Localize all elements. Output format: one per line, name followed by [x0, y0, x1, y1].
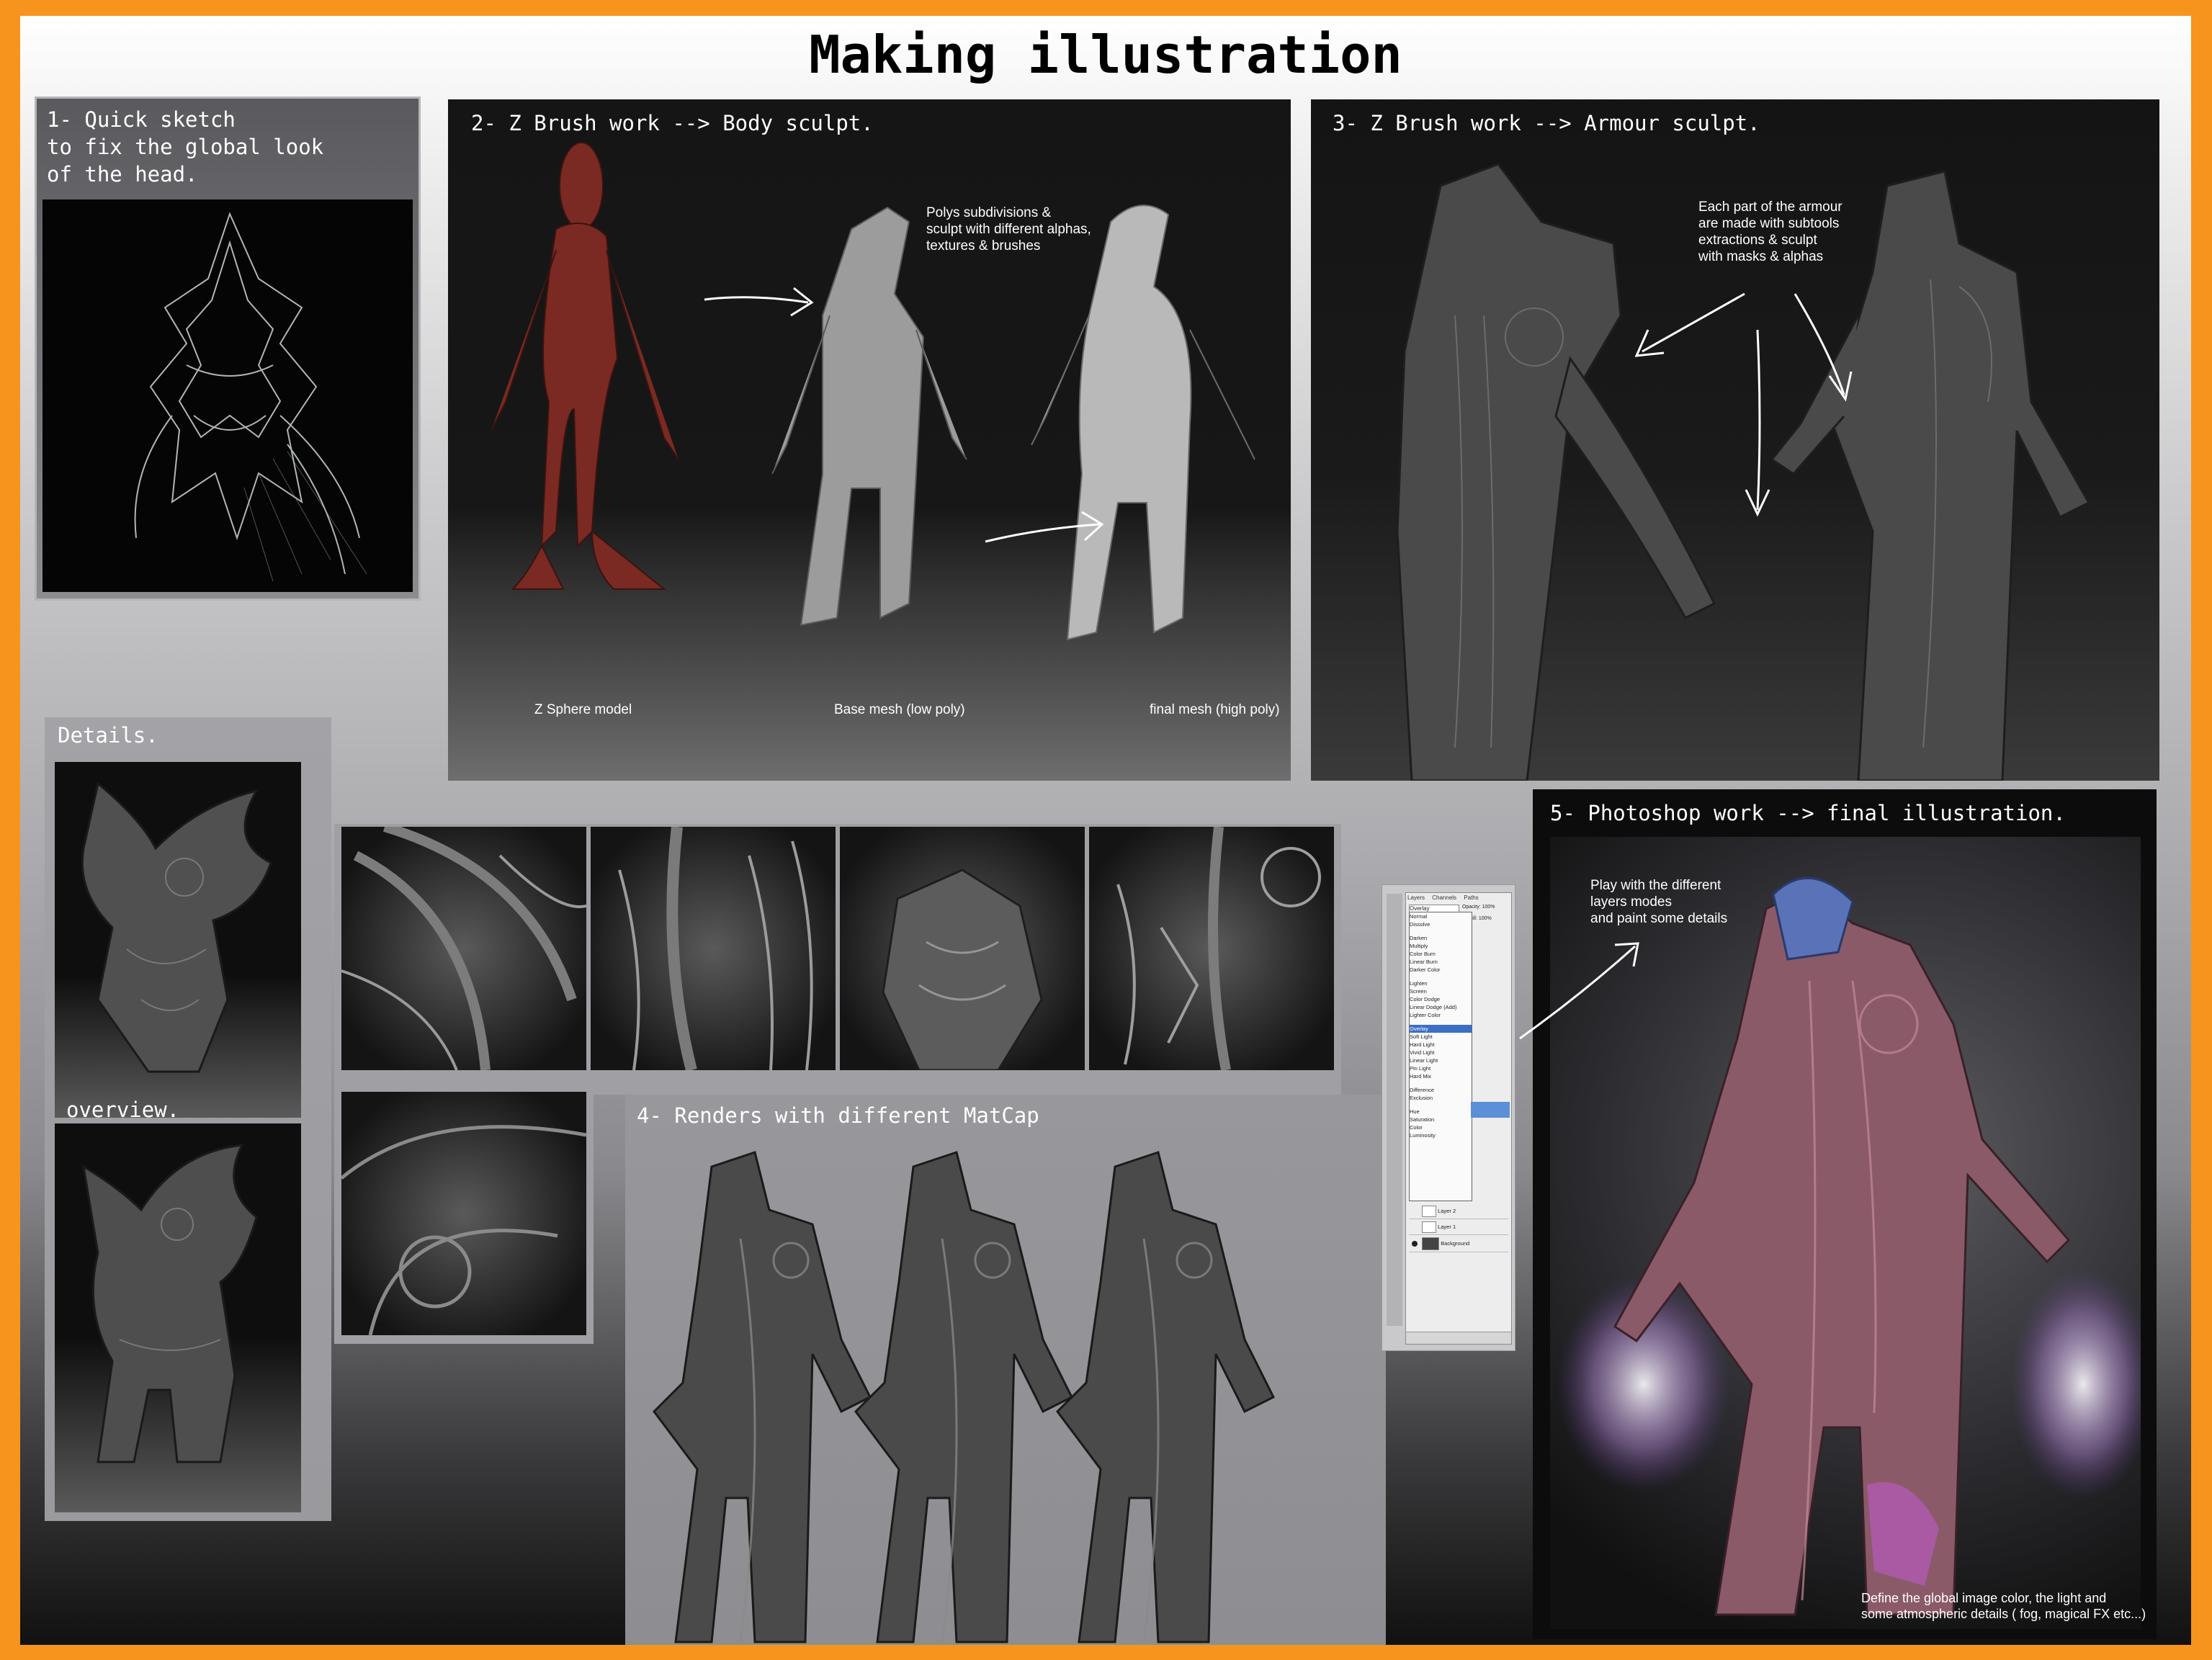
mode-item[interactable]: Exclusion	[1410, 1094, 1472, 1102]
head-sketch-image	[42, 199, 413, 592]
mode-item[interactable]: Lighter Color	[1410, 1011, 1472, 1019]
layers-to-final-arrow	[1519, 942, 1639, 1040]
step5-panel: 5- Photoshop work --> final illustration…	[1533, 789, 2157, 1639]
detail-crop-3	[840, 827, 1085, 1070]
step4-panel: 4- Renders with different MatCap	[625, 1095, 1386, 1645]
caption-base-mesh: Base mesh (low poly)	[834, 702, 965, 717]
mode-item[interactable]: Soft Light	[1410, 1033, 1472, 1041]
mode-item[interactable]: Color Burn	[1410, 950, 1472, 958]
mode-item[interactable]: Saturation	[1410, 1116, 1472, 1123]
fill-field[interactable]: Fill: 100%	[1469, 916, 1492, 921]
mode-item[interactable]: Screen	[1410, 987, 1472, 995]
tab-layers[interactable]: Layers	[1407, 894, 1425, 901]
layer-row[interactable]: Layer 1	[1409, 1221, 1508, 1235]
mode-item-selected[interactable]: Overlay	[1410, 1025, 1472, 1033]
mode-item[interactable]: Hue	[1410, 1108, 1472, 1116]
detail-crop-2	[591, 827, 836, 1070]
layer-name: Layer 1	[1438, 1223, 1456, 1230]
layer-name: Background	[1441, 1239, 1470, 1247]
photoshop-layers-panel: Layers Channels Paths Overlay Opacity: 1…	[1382, 884, 1515, 1351]
layer-thumbnail	[1422, 1221, 1436, 1233]
step5-note-bottom: Define the global image color, the light…	[1861, 1591, 2146, 1621]
overview-label: overview.	[66, 1098, 180, 1122]
armour-sculpt-figures	[1396, 163, 2091, 781]
blend-mode-list: Normal Dissolve Darken Multiply Color Bu…	[1409, 912, 1472, 1201]
step5-label: 5- Photoshop work --> final illustration…	[1550, 801, 2066, 825]
step1-label: 1- Quick sketch to fix the global look o…	[47, 107, 324, 187]
mode-item[interactable]: Hard Mix	[1410, 1072, 1472, 1080]
details-panel: Details. overview.	[45, 717, 331, 1521]
detail-crop-1	[341, 827, 586, 1070]
mode-item[interactable]: Color	[1410, 1123, 1472, 1131]
mode-item[interactable]: Lighten	[1410, 979, 1472, 987]
mode-item[interactable]: Linear Dodge (Add)	[1410, 1003, 1472, 1011]
tools-strip	[1387, 894, 1402, 1326]
mode-item[interactable]: Hard Light	[1410, 1041, 1472, 1049]
tab-channels[interactable]: Channels	[1432, 894, 1456, 901]
mode-item[interactable]: Multiply	[1410, 942, 1472, 950]
opacity-field[interactable]: Opacity: 100%	[1462, 905, 1495, 910]
detail-crop-4	[1089, 827, 1334, 1070]
matcap-renders	[653, 1151, 1276, 1643]
mode-item[interactable]: Linear Light	[1410, 1056, 1472, 1064]
body-sculpt-figures	[491, 142, 1255, 641]
layers-palette: Layers Channels Paths Overlay Opacity: 1…	[1405, 892, 1512, 1345]
mode-item[interactable]: Vivid Light	[1410, 1049, 1472, 1056]
caption-final-mesh: final mesh (high poly)	[1150, 702, 1280, 717]
step5-note-top: Play with the different layers modes and…	[1590, 878, 1728, 926]
details-label: Details.	[58, 723, 158, 748]
mode-item[interactable]: Normal	[1410, 912, 1472, 920]
making-of-sheet: Making illustration 1- Quick sketch to f…	[20, 16, 2191, 1645]
mode-item[interactable]: Dissolve	[1410, 920, 1472, 928]
mode-item[interactable]: Darken	[1410, 934, 1472, 942]
mode-item[interactable]: Color Dodge	[1410, 995, 1472, 1003]
mode-item[interactable]: Linear Burn	[1410, 958, 1472, 966]
step1-panel: 1- Quick sketch to fix the global look o…	[35, 97, 421, 601]
layer-thumbnail	[1422, 1237, 1440, 1250]
step3-panel: 3- Z Brush work --> Armour sculpt. Each …	[1311, 99, 2159, 781]
layer-row[interactable]: Layer 2	[1409, 1206, 1508, 1219]
page-title: Making illustration	[809, 24, 1402, 85]
detail-crop-5	[341, 1092, 586, 1335]
layer-row[interactable]: Background	[1409, 1237, 1508, 1252]
eye-icon[interactable]	[1412, 1241, 1418, 1247]
step2-panel: 2- Z Brush work --> Body sculpt. Polys s…	[448, 99, 1291, 781]
details-torso-render	[55, 762, 301, 1118]
mode-item[interactable]: Luminosity	[1410, 1131, 1472, 1139]
layer-name: Layer 2	[1438, 1207, 1456, 1214]
layer-thumbnail	[1422, 1206, 1436, 1217]
mode-item[interactable]: Darker Color	[1410, 966, 1472, 974]
overview-render	[55, 1123, 301, 1512]
selected-layer-highlight	[1471, 1102, 1510, 1118]
tab-paths[interactable]: Paths	[1464, 894, 1478, 901]
layers-footer-buttons[interactable]	[1406, 1332, 1511, 1344]
mode-item[interactable]: Difference	[1410, 1086, 1472, 1094]
mode-item[interactable]: Pin Light	[1410, 1064, 1472, 1072]
caption-zsphere: Z Sphere model	[534, 702, 632, 717]
